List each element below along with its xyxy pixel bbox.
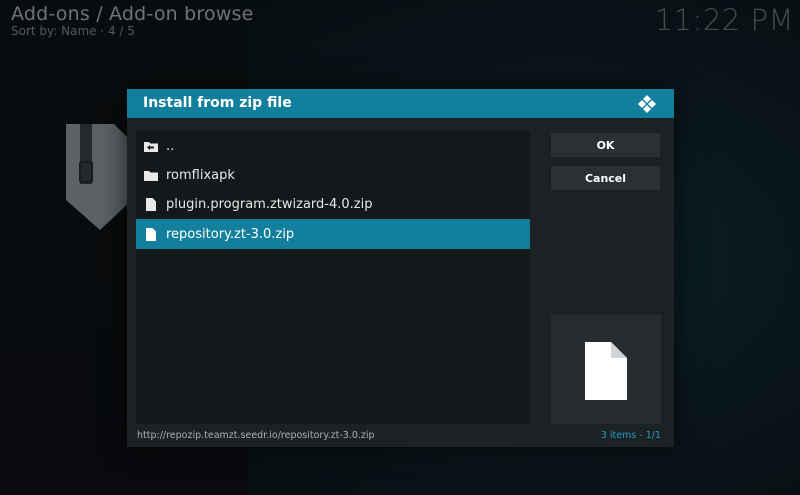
list-item-folder[interactable]: romflixapk (136, 160, 530, 190)
item-count: 3 items - 1/1 (600, 430, 661, 441)
file-icon (136, 189, 166, 219)
list-item-parent[interactable]: .. (136, 131, 530, 161)
list-item-file-selected[interactable]: repository.zt-3.0.zip (136, 219, 530, 249)
folder-icon (136, 160, 166, 190)
list-item-file[interactable]: plugin.program.ztwizard-4.0.zip (136, 189, 530, 219)
ok-button[interactable]: OK (551, 133, 660, 157)
list-item-label: .. (166, 138, 175, 154)
kodi-logo-icon (638, 95, 656, 113)
cancel-button[interactable]: Cancel (551, 166, 660, 190)
file-path: http://repozip.teamzt.seedr.io/repositor… (137, 430, 375, 441)
folder-up-icon (136, 131, 166, 161)
file-preview (551, 315, 661, 424)
dialog-header: Install from zip file (127, 89, 674, 118)
list-item-label: romflixapk (166, 167, 235, 183)
list-item-label: repository.zt-3.0.zip (166, 226, 295, 242)
install-from-zip-dialog: Install from zip file .. romflixapk plug… (127, 89, 674, 447)
file-icon (136, 219, 166, 249)
file-list: .. romflixapk plugin.program.ztwizard-4.… (136, 131, 530, 424)
file-preview-icon (585, 342, 627, 400)
dialog-title: Install from zip file (143, 95, 292, 111)
list-item-label: plugin.program.ztwizard-4.0.zip (166, 196, 373, 212)
